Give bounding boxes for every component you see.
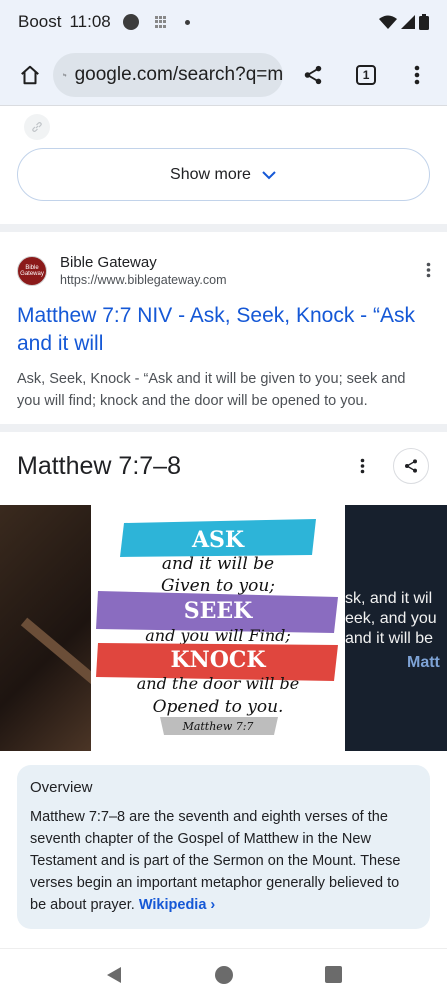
section-divider — [0, 224, 447, 232]
home-button[interactable] — [10, 55, 49, 95]
svg-text:and it will be: and it will be — [162, 554, 274, 574]
image-carousel: ASK and it will be Given to you; SEEK an… — [0, 505, 447, 751]
share-icon — [304, 65, 322, 84]
svg-text:and the door will be: and the door will be — [137, 674, 300, 693]
battery-icon — [419, 14, 429, 30]
more-vert-icon — [426, 262, 431, 278]
home-icon — [20, 65, 39, 84]
url-text: google.com/search?q=m — [74, 63, 284, 85]
result-source[interactable]: Bible Gateway Bible Gateway https://www.… — [17, 254, 227, 287]
back-icon[interactable] — [105, 966, 123, 984]
carousel-image-3[interactable]: sk, and it wil eek, and you and it will … — [345, 505, 447, 751]
tab-switcher-button[interactable]: 1 — [346, 55, 385, 95]
share-icon — [405, 459, 417, 473]
browser-toolbar: google.com/search?q=m 1 — [0, 44, 447, 106]
knock-text: KNOCK — [170, 647, 266, 673]
show-more-button[interactable]: Show more — [17, 148, 430, 201]
svg-text:Given to you;: Given to you; — [161, 576, 275, 596]
knowledge-panel-title: Matthew 7:7–8 — [17, 452, 181, 480]
carrier-name: Boost — [18, 12, 62, 31]
browser-menu-button[interactable] — [398, 55, 437, 95]
signal-icon — [401, 15, 415, 29]
result-title-link[interactable]: Matthew 7:7 NIV - Ask, Seek, Knock - “As… — [17, 302, 432, 358]
recents-icon[interactable] — [324, 966, 342, 983]
more-vert-icon — [360, 458, 365, 474]
svg-text:Matthew 7:7: Matthew 7:7 — [182, 720, 254, 733]
result-options-button[interactable] — [426, 262, 431, 283]
status-bar: Boost 11:08 — [0, 0, 447, 44]
show-more-label: Show more — [170, 165, 251, 183]
more-notifications-icon — [184, 19, 190, 25]
clock: 11:08 — [69, 12, 111, 31]
svg-text:Opened to you.: Opened to you. — [153, 697, 284, 717]
section-divider — [0, 424, 447, 432]
result-snippet: Ask, Seek, Knock - “Ask and it will be g… — [17, 371, 406, 409]
seek-text: SEEK — [184, 598, 253, 624]
carousel-image-1[interactable] — [0, 505, 91, 751]
share-button[interactable] — [293, 55, 332, 95]
search-results: Show more Bible Gateway Bible Gateway ht… — [0, 106, 447, 948]
address-bar[interactable]: google.com/search?q=m — [53, 52, 284, 97]
system-nav-bar — [0, 948, 447, 1000]
wikipedia-link[interactable]: Wikipedia › — [139, 897, 215, 913]
ask-text: ASK — [191, 527, 245, 553]
overview-text: Matthew 7:7–8 are the seventh and eighth… — [30, 809, 401, 913]
app-grid-icon — [154, 16, 167, 28]
carousel-image-2[interactable]: ASK and it will be Given to you; SEEK an… — [94, 505, 342, 751]
home-circle-icon[interactable] — [214, 965, 234, 985]
more-vert-icon — [415, 65, 420, 84]
site-url: https://www.biblegateway.com — [60, 273, 227, 287]
site-settings-icon — [63, 73, 67, 76]
site-name: Bible Gateway — [60, 254, 157, 271]
site-favicon: Bible Gateway — [17, 255, 47, 286]
knowledge-panel-share-button[interactable] — [393, 448, 429, 484]
overview-card: Overview Matthew 7:7–8 are the seventh a… — [17, 765, 430, 929]
overview-title: Overview — [30, 779, 93, 796]
notification-icon — [122, 14, 139, 30]
knowledge-panel-options-button[interactable] — [360, 458, 365, 479]
tab-count: 1 — [356, 64, 377, 85]
link-icon[interactable] — [24, 114, 50, 140]
svg-text:and you will Find;: and you will Find; — [145, 626, 291, 645]
chevron-down-icon — [262, 170, 276, 179]
wifi-icon — [379, 15, 397, 29]
